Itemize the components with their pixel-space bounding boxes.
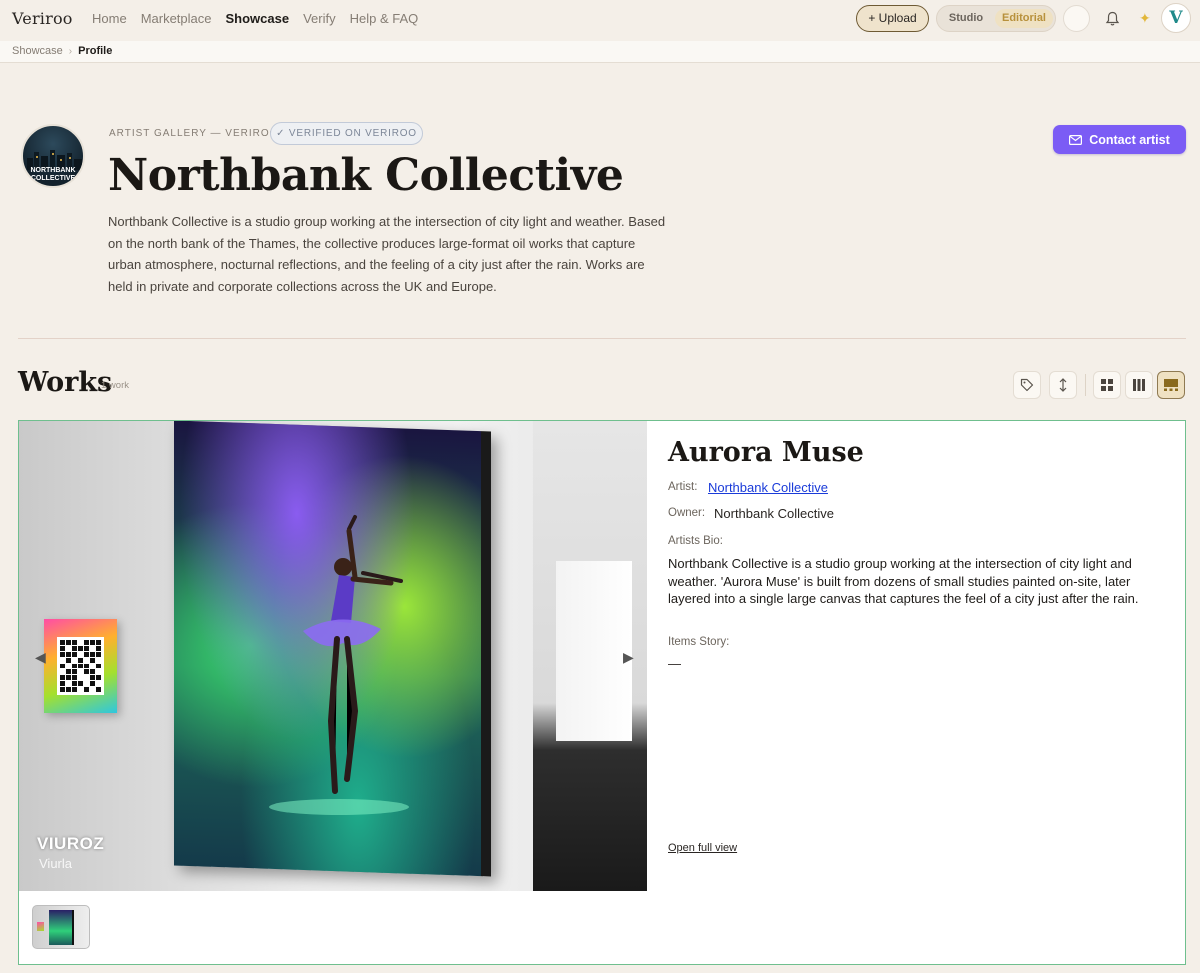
works-count: 1 work [101, 380, 129, 391]
sort-arrows-icon [1059, 378, 1067, 392]
artwork-thumbnail[interactable] [32, 905, 90, 949]
artwork-image[interactable]: ◀ ▶ VIUROZ Viurla [19, 421, 647, 891]
artists-bio-label: Artists Bio: [668, 535, 723, 547]
user-avatar[interactable]: V [1161, 3, 1191, 33]
thumbnail-art [49, 910, 74, 945]
check-icon: ✓ [276, 128, 289, 139]
mode-toggle: Studio Editorial [936, 5, 1056, 32]
owner-value: Northbank Collective [714, 506, 834, 521]
toolbar-separator [1085, 374, 1086, 396]
editorial-view-button[interactable] [1157, 371, 1185, 399]
artist-gallery-eyebrow: ARTIST GALLERY — VERIROO [109, 128, 279, 139]
theme-toggle-button[interactable] [1063, 5, 1090, 32]
owner-field-label: Owner: [668, 507, 706, 519]
contact-artist-button[interactable]: Contact artist [1053, 125, 1186, 154]
gallery-room-wall [556, 561, 632, 741]
moon-icon [1073, 13, 1078, 23]
work-card: ◀ ▶ VIUROZ Viurla Aurora Muse Artist: No… [18, 420, 1186, 965]
grid-icon [1101, 379, 1113, 391]
artist-name: Northbank Collective [108, 150, 624, 201]
nav-showcase[interactable]: Showcase [226, 11, 290, 26]
artist-field-label: Artist: [668, 481, 698, 493]
columns-view-button[interactable] [1125, 371, 1153, 399]
section-divider [18, 338, 1186, 339]
items-story-label: Items Story: [668, 636, 730, 648]
mode-editorial-option[interactable]: Editorial [995, 9, 1053, 28]
breadcrumb-showcase[interactable]: Showcase [12, 45, 63, 57]
nav-help-faq[interactable]: Help & FAQ [350, 11, 419, 26]
upload-button[interactable]: + Upload [856, 5, 929, 32]
breadcrumb-profile: Profile [78, 45, 113, 57]
tag-icon [1020, 378, 1034, 392]
open-full-view-link[interactable]: Open full view [668, 842, 737, 854]
image-watermark-script: Viurla [39, 856, 73, 871]
artist-link[interactable]: Northbank Collective [708, 480, 828, 495]
avatar-caption: NORTHBANK COLLECTIVE [30, 167, 76, 182]
qr-code-plaque [44, 619, 117, 713]
gallery-next-arrow-icon[interactable]: ▶ [623, 649, 634, 666]
filter-tags-button[interactable] [1013, 371, 1041, 399]
mode-studio-option[interactable]: Studio [941, 9, 991, 28]
verified-badge: ✓ VERIFIED ON VERIROO [270, 122, 423, 145]
items-story-value: — [668, 656, 681, 671]
artists-bio-text: Northbank Collective is a studio group w… [668, 556, 1139, 606]
work-details: Aurora Muse Artist: Northbank Collective… [668, 421, 1178, 891]
qr-code-icon [57, 637, 104, 695]
main-nav: Home Marketplace Showcase Verify Help & … [92, 11, 418, 26]
dancer-figure [269, 515, 409, 815]
artist-avatar: NORTHBANK COLLECTIVE [21, 124, 85, 188]
bell-icon [1105, 11, 1120, 25]
works-heading: Works [18, 367, 113, 398]
nav-marketplace[interactable]: Marketplace [141, 11, 212, 26]
thumbnail-qr [37, 922, 44, 931]
nav-verify[interactable]: Verify [303, 11, 336, 26]
brand-logo[interactable]: Veriroo [12, 9, 73, 28]
sort-button[interactable] [1049, 371, 1077, 399]
notifications-button[interactable] [1099, 5, 1126, 32]
gallery-prev-arrow-icon[interactable]: ◀ [35, 649, 46, 666]
work-title: Aurora Muse [668, 437, 864, 468]
editorial-view-icon [1164, 379, 1178, 391]
nav-home[interactable]: Home [92, 11, 127, 26]
mail-icon [1069, 134, 1083, 145]
sparkle-icon[interactable]: ✦ [1139, 10, 1151, 27]
artist-bio: Northbank Collective is a studio group w… [108, 214, 666, 294]
image-watermark-brand: VIUROZ [37, 834, 105, 853]
breadcrumb: Showcase › Profile [0, 41, 1200, 63]
grid-view-button[interactable] [1093, 371, 1121, 399]
top-navigation: Veriroo Home Marketplace Showcase Verify… [0, 0, 1200, 40]
columns-icon [1133, 379, 1145, 391]
chevron-right-icon: › [68, 46, 73, 57]
